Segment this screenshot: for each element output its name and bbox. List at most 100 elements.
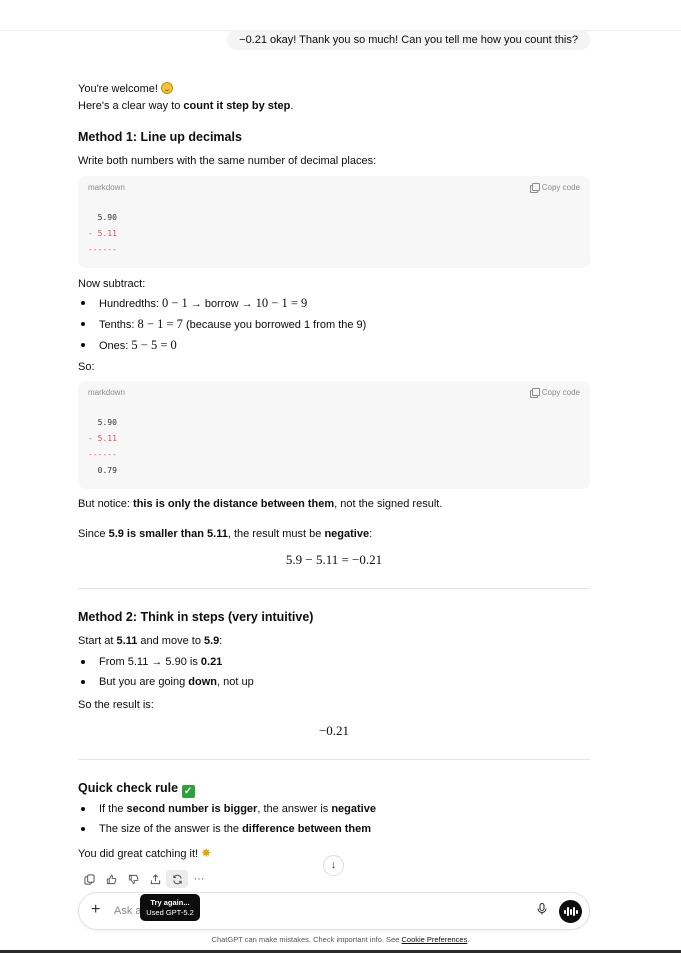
intro-line2-suffix: . [290, 100, 294, 112]
subtract-steps-list: Hundredths: 0 − 1 → borrow → 10 − 1 = 9 … [78, 293, 590, 356]
rule-bold1: second number is bigger [126, 803, 258, 815]
equation-1: 5.9 − 5.11 = −0.21 [285, 552, 383, 567]
notice-bold: this is only the distance between them [133, 498, 335, 510]
rule-mid: , the answer is [257, 803, 332, 815]
scroll-to-bottom-button[interactable]: ↓ [323, 855, 344, 876]
disclaimer-footer: ChatGPT can make mistakes. Check importa… [0, 935, 681, 944]
divider [78, 588, 590, 589]
method1-heading: Method 1: Line up decimals [78, 130, 242, 144]
dictate-button[interactable] [537, 902, 547, 918]
list-item: But you are going down, not up [78, 672, 590, 692]
quick-check-heading: Quick check rule [78, 781, 179, 795]
notice-prefix: But notice: [78, 498, 134, 510]
since-prefix: Since [78, 528, 109, 540]
bad-response-button[interactable] [122, 870, 144, 888]
try-again-tooltip: Try again... Used GPT-5.2 [140, 894, 200, 921]
try-again-button[interactable] [166, 870, 188, 888]
since-bold1: 5.9 is smaller than 5.11 [108, 528, 228, 540]
quick-check-list: If the second number is bigger, the answ… [78, 799, 590, 839]
since-text: Since 5.9 is smaller than 5.11, the resu… [78, 526, 590, 543]
tooltip-title: Try again... [150, 898, 190, 907]
notice-text: But notice: this is only the distance be… [78, 496, 590, 513]
rule-bold2: negative [331, 803, 376, 815]
start-bold2: 5.9 [204, 635, 220, 647]
disclaimer-end: . [467, 935, 470, 944]
copy-code-button[interactable]: Copy code [529, 387, 580, 398]
code-line: 5.90 [88, 213, 117, 222]
equation-2: −0.21 [318, 723, 350, 738]
message-input[interactable]: Ask a [114, 905, 142, 917]
divider [78, 759, 590, 760]
bullet-bold: 0.21 [200, 656, 223, 668]
code-line: 5.90 [88, 418, 117, 427]
start-mid: and move to [137, 635, 204, 647]
intro-line1: You're welcome! [78, 83, 158, 95]
voice-mode-icon [575, 909, 578, 914]
thumbs-down-icon [128, 874, 138, 884]
copy-message-button[interactable] [78, 870, 100, 888]
list-item: If the second number is bigger, the answ… [78, 799, 590, 819]
bullet-label: Ones: [99, 340, 132, 352]
copy-icon [529, 387, 540, 398]
now-subtract-text: Now subtract: [78, 278, 146, 290]
voice-mode-icon [572, 907, 575, 916]
copy-code-button[interactable]: Copy code [529, 182, 580, 193]
copy-code-label: Copy code [541, 182, 580, 192]
user-message-text: −0.21 okay! Thank you so much! Can you t… [239, 34, 578, 46]
share-button[interactable] [144, 870, 166, 888]
bullet-label: Hundredths: [99, 298, 162, 310]
method2-heading: Method 2: Think in steps (very intuitive… [78, 610, 314, 624]
plus-icon[interactable]: + [91, 901, 100, 919]
copy-icon [83, 873, 95, 885]
bullet-mid: → borrow → [187, 298, 256, 310]
code-line: 0.79 [88, 466, 117, 475]
user-message-bubble: −0.21 okay! Thank you so much! Can you t… [227, 30, 590, 50]
voice-mode-icon [563, 909, 566, 914]
code-line: - 5.11 [88, 434, 117, 443]
bullet-suffix: , not up [217, 676, 254, 688]
more-actions-button[interactable]: ··· [188, 870, 210, 888]
good-response-button[interactable] [100, 870, 122, 888]
regenerate-icon [172, 874, 182, 884]
arrow-down-icon: ↓ [330, 859, 337, 871]
code-line: ------ [88, 245, 117, 254]
start-bold1: 5.11 [116, 635, 138, 647]
mic-icon [537, 902, 547, 915]
closing-text: You did great catching it! [78, 848, 199, 860]
code-lang-label: markdown [88, 182, 125, 192]
code-block-2: markdown Copy code 5.90 - 5.11 ------ 0.79 [78, 381, 590, 489]
bullet-label: Tenths: [99, 319, 138, 331]
rule-prefix: The size of the answer is the [99, 823, 243, 835]
start-suffix: : [219, 635, 223, 647]
since-bold2: negative [324, 528, 370, 540]
code-line: ------ [88, 450, 117, 459]
voice-mode-icon [569, 908, 572, 915]
disclaimer-text: ChatGPT can make mistakes. Check importa… [211, 935, 402, 944]
voice-mode-button[interactable] [559, 900, 582, 923]
bullet-math: 5 − 5 = 0 [131, 338, 177, 352]
rule-prefix: If the [99, 803, 127, 815]
bullet-math2: 10 − 1 = 9 [255, 296, 308, 310]
intro-line2-bold: count it step by step [183, 100, 291, 112]
notice-suffix: , not the signed result. [334, 498, 443, 510]
bullet-mid: (because you borrowed 1 from the 9) [182, 319, 367, 331]
so-text: So: [78, 361, 95, 373]
start-text: Start at 5.11 and move to 5.9: [78, 633, 590, 650]
list-item: Ones: 5 − 5 = 0 [78, 335, 590, 356]
bullet-math: 8 − 1 = 7 [137, 317, 183, 331]
method1-instruction: Write both numbers with the same number … [78, 155, 377, 167]
code-line: - 5.11 [88, 229, 117, 238]
bullet-prefix: From 5.11 → 5.90 is [99, 656, 201, 668]
list-item: The size of the answer is the difference… [78, 819, 590, 839]
share-icon [150, 873, 160, 884]
list-item: Hundredths: 0 − 1 → borrow → 10 − 1 = 9 [78, 293, 590, 314]
since-suffix: : [369, 528, 373, 540]
bullet-prefix: But you are going [99, 676, 189, 688]
since-mid: , the result must be [227, 528, 325, 540]
list-item: Tenths: 8 − 1 = 7 (because you borrowed … [78, 314, 590, 335]
bullet-bold: down [188, 676, 218, 688]
intro-line2-prefix: Here's a clear way to [78, 100, 184, 112]
message-actions: ··· [78, 870, 210, 888]
result-text: So the result is: [78, 699, 154, 711]
cookie-preferences-link[interactable]: Cookie Preferences [401, 935, 467, 944]
